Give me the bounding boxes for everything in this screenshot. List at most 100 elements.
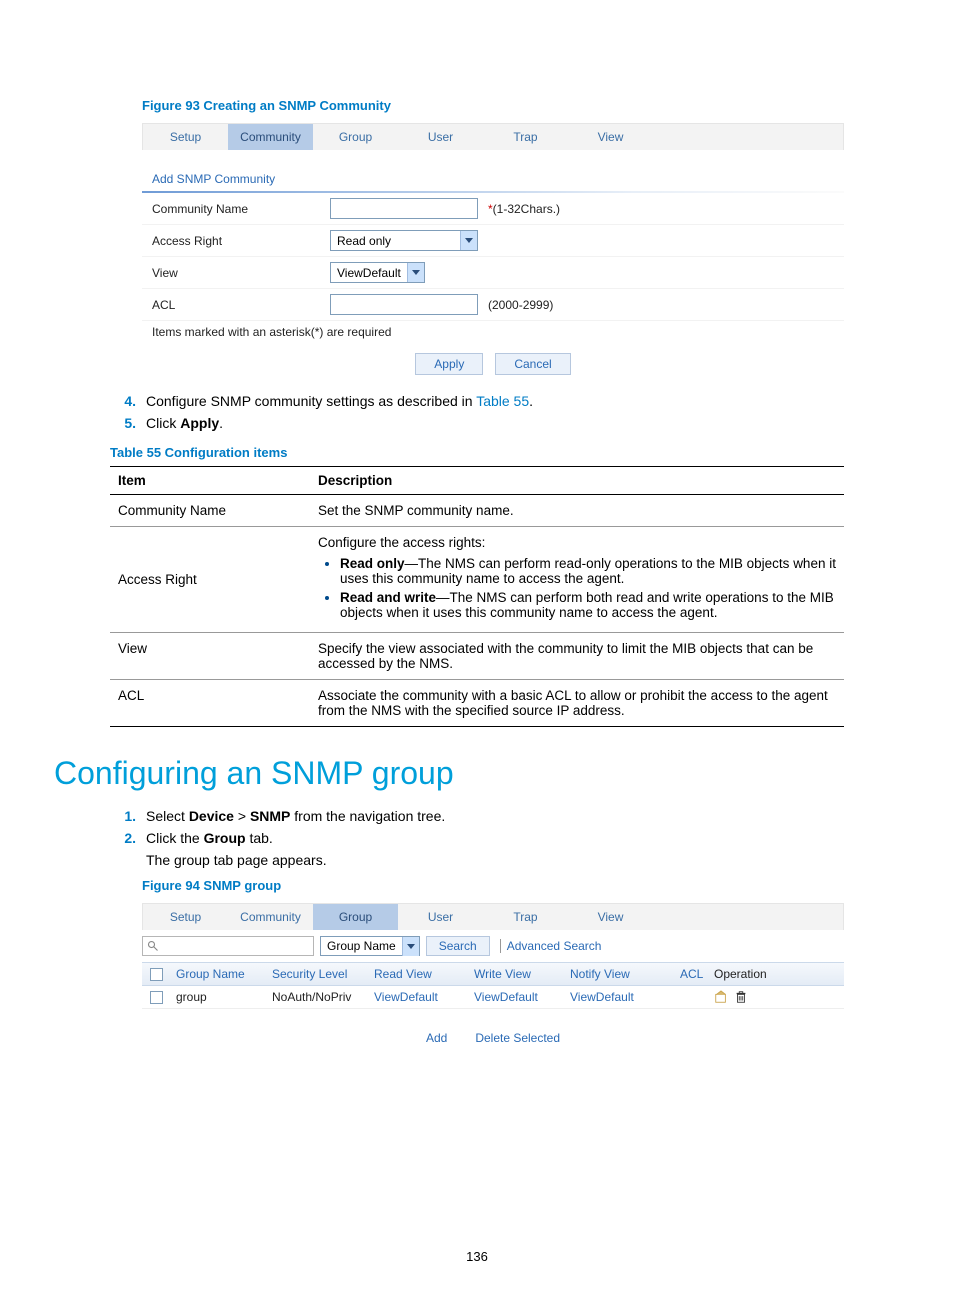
label-acl: ACL	[152, 298, 330, 312]
td-desc: Specify the view associated with the com…	[310, 633, 844, 680]
step-number: 5.	[110, 415, 146, 431]
col-security-level[interactable]: Security Level	[266, 963, 368, 985]
table-55-link[interactable]: Table 55	[476, 393, 529, 409]
step4-text-post: .	[529, 393, 533, 409]
cell-read-view[interactable]: ViewDefault	[368, 986, 468, 1008]
gs2-post: tab.	[246, 830, 273, 846]
tab-trap[interactable]: Trap	[483, 904, 568, 930]
search-input[interactable]	[142, 936, 314, 956]
add-button[interactable]: Add	[426, 1031, 447, 1045]
gs1-pre: Select	[146, 808, 189, 824]
col-acl[interactable]: ACL	[674, 963, 708, 985]
section-heading: Configuring an SNMP group	[54, 755, 844, 792]
td-desc: Configure the access rights: Read only—T…	[310, 527, 844, 633]
cell-write-view[interactable]: ViewDefault	[468, 986, 564, 1008]
search-bar: Group Name Search Advanced Search	[142, 936, 844, 956]
col-operation: Operation	[708, 963, 774, 985]
tab-group[interactable]: Group	[313, 124, 398, 150]
form-title: Add SNMP Community	[142, 172, 844, 186]
view-value: ViewDefault	[337, 266, 401, 280]
step5-text-post: .	[219, 415, 223, 431]
td-item: Community Name	[110, 495, 310, 527]
acl-hint: (2000-2999)	[488, 298, 553, 312]
edit-icon[interactable]	[714, 990, 728, 1004]
gs2-bold: Group	[204, 830, 246, 846]
step5-text-pre: Click	[146, 415, 180, 431]
select-all-checkbox[interactable]	[150, 968, 163, 981]
col-write-view[interactable]: Write View	[468, 963, 564, 985]
access-right-lead: Configure the access rights:	[318, 535, 485, 550]
tab-setup[interactable]: Setup	[143, 124, 228, 150]
tab-view[interactable]: View	[568, 904, 653, 930]
table-55: Item Description Community Name Set the …	[110, 466, 844, 727]
bullet-rest: —The NMS can perform read-only operation…	[340, 556, 836, 586]
group-grid: Group Name Security Level Read View Writ…	[142, 962, 844, 1009]
figure-94-caption: Figure 94 SNMP group	[142, 878, 844, 893]
tab-user[interactable]: User	[398, 124, 483, 150]
access-right-value: Read only	[337, 234, 391, 248]
cell-security-level: NoAuth/NoPriv	[266, 986, 368, 1008]
gs1-bold2: SNMP	[250, 808, 290, 824]
label-view: View	[152, 266, 330, 280]
step-number: 1.	[110, 808, 146, 824]
search-button[interactable]: Search	[426, 936, 490, 956]
community-name-hint: (1-32Chars.)	[493, 202, 560, 216]
step5-bold: Apply	[180, 415, 219, 431]
delete-selected-button[interactable]: Delete Selected	[475, 1031, 560, 1045]
td-item: Access Right	[110, 527, 310, 633]
gs1-bold1: Device	[189, 808, 234, 824]
tab-group[interactable]: Group	[313, 904, 398, 930]
apply-button[interactable]: Apply	[415, 353, 483, 375]
advanced-search-link[interactable]: Advanced Search	[500, 939, 602, 953]
col-read-view[interactable]: Read View	[368, 963, 468, 985]
bullet-bold: Read only	[340, 556, 405, 571]
community-name-input[interactable]	[330, 198, 478, 219]
tab-community[interactable]: Community	[228, 904, 313, 930]
group-step2-sub: The group tab page appears.	[146, 852, 844, 868]
cell-notify-view[interactable]: ViewDefault	[564, 986, 674, 1008]
fig93-tab-bar: Setup Community Group User Trap View	[142, 123, 844, 150]
chevron-down-icon	[402, 937, 419, 956]
search-field-value: Group Name	[327, 939, 396, 953]
td-desc: Associate the community with a basic ACL…	[310, 680, 844, 727]
td-item: ACL	[110, 680, 310, 727]
tab-community[interactable]: Community	[228, 124, 313, 150]
tab-view[interactable]: View	[568, 124, 653, 150]
step4-text-pre: Configure SNMP community settings as des…	[146, 393, 476, 409]
td-desc: Set the SNMP community name.	[310, 495, 844, 527]
tab-user[interactable]: User	[398, 904, 483, 930]
access-right-select[interactable]: Read only	[330, 230, 478, 251]
trash-icon[interactable]	[734, 990, 748, 1004]
fig94-tab-bar: Setup Community Group User Trap View	[142, 903, 844, 930]
col-notify-view[interactable]: Notify View	[564, 963, 674, 985]
cell-group-name: group	[170, 986, 266, 1008]
gs1-gt: >	[234, 808, 250, 824]
step-number: 2.	[110, 830, 146, 846]
chevron-down-icon	[407, 263, 424, 282]
th-item: Item	[110, 467, 310, 495]
tab-setup[interactable]: Setup	[143, 904, 228, 930]
table-row: group NoAuth/NoPriv ViewDefault ViewDefa…	[142, 986, 844, 1009]
add-community-form: Add SNMP Community Community Name *(1-32…	[142, 172, 844, 375]
chevron-down-icon	[460, 231, 477, 250]
gs2-pre: Click the	[146, 830, 204, 846]
page-number: 136	[0, 1249, 954, 1264]
tab-trap[interactable]: Trap	[483, 124, 568, 150]
gs1-post: from the navigation tree.	[290, 808, 445, 824]
cancel-button[interactable]: Cancel	[495, 353, 570, 375]
td-item: View	[110, 633, 310, 680]
row-checkbox[interactable]	[150, 991, 163, 1004]
required-note: Items marked with an asterisk(*) are req…	[142, 321, 844, 347]
search-field-select[interactable]: Group Name	[320, 936, 420, 956]
label-community-name: Community Name	[152, 202, 330, 216]
cell-acl	[674, 986, 708, 1008]
view-select[interactable]: ViewDefault	[330, 262, 425, 283]
bullet-bold: Read and write	[340, 590, 436, 605]
step-number: 4.	[110, 393, 146, 409]
acl-input[interactable]	[330, 294, 478, 315]
th-description: Description	[310, 467, 844, 495]
figure-93-caption: Figure 93 Creating an SNMP Community	[142, 98, 844, 113]
table-55-caption: Table 55 Configuration items	[110, 445, 844, 460]
col-group-name[interactable]: Group Name	[170, 963, 266, 985]
search-icon	[147, 940, 159, 952]
